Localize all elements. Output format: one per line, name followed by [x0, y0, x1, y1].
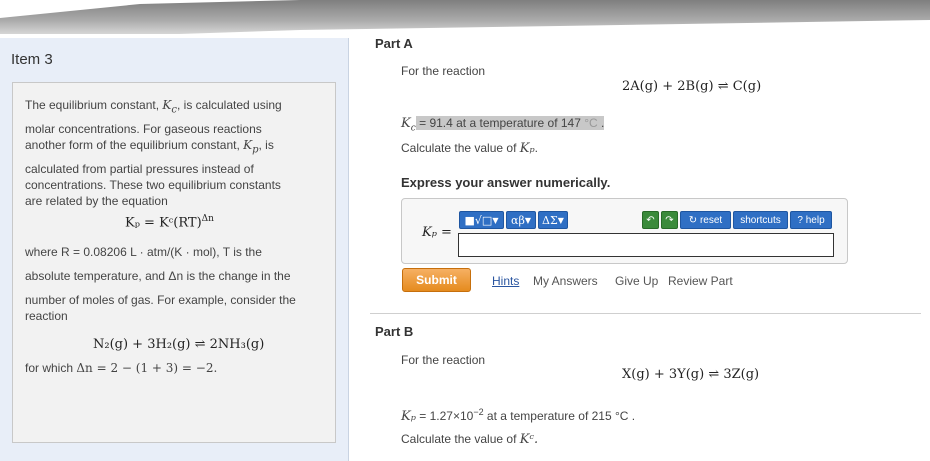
item-sidebar: Item 3 The equilibrium constant, Kc, is … [0, 38, 349, 461]
greek-letters-button[interactable]: αβ ▼ [506, 211, 536, 229]
part-a-for-reaction: For the reaction [401, 64, 486, 78]
part-a-calculate: Calculate the value of Kₚ. [401, 141, 539, 156]
part-b-label: Part B [375, 324, 414, 339]
part-a-kc-line: Kc = 91.4 at a temperature of 147 °C . [401, 116, 605, 134]
help-button[interactable]: ? help [790, 211, 832, 229]
reset-button[interactable]: ↻ reset [680, 211, 731, 229]
example-equation: N₂(g) + 3H₂(g) ⇌ 2NH₃(g) [93, 337, 265, 352]
submit-button[interactable]: Submit [402, 268, 471, 292]
hints-link[interactable]: Hints [492, 274, 519, 288]
intro-absolute-line: absolute temperature, and Δn is the chan… [25, 269, 291, 283]
help-icon: ? [797, 214, 806, 226]
part-divider [370, 313, 921, 314]
intro-line-1: The equilibrium constant, Kc, is calcula… [25, 98, 282, 116]
intro-line-5: concentrations. These two equilibrium co… [25, 178, 281, 192]
templates-button[interactable]: ■√□ ▼ [459, 211, 504, 229]
part-b-calculate: Calculate the value of Kᶜ. [401, 432, 539, 447]
part-b-kp-line: Kₚ = 1.27×10−2 at a temperature of 215 °… [401, 407, 636, 424]
my-answers-link[interactable]: My Answers [533, 274, 598, 288]
undo-icon[interactable]: ↶ [642, 211, 659, 229]
intro-for-which: for which Δn = 2 − (1 + 3) = −2. [25, 361, 218, 375]
part-a-reaction: 2A(g) + 2B(g) ⇌ C(g) [622, 79, 762, 94]
symbols-button[interactable]: ΔΣ ▼ [538, 211, 568, 229]
answer-box: Kₚ = ■√□ ▼ αβ ▼ ΔΣ ▼ ↶ ↷ ↻ reset shortcuts … [401, 198, 848, 264]
intro-line-4: calculated from partial pressures instea… [25, 162, 254, 176]
intro-reaction-word: reaction [25, 309, 68, 323]
kp-kc-equation: Kₚ = Kᶜ(RT)Δn [125, 214, 214, 231]
review-part-link[interactable]: Review Part [668, 274, 733, 288]
intro-box: The equilibrium constant, Kc, is calcula… [12, 82, 336, 443]
part-b-reaction: X(g) + 3Y(g) ⇌ 3Z(g) [622, 367, 760, 382]
part-a-label: Part A [375, 36, 413, 51]
redo-icon[interactable]: ↷ [661, 211, 678, 229]
intro-moles-line: number of moles of gas. For example, con… [25, 293, 296, 307]
part-b-for-reaction: For the reaction [401, 353, 486, 367]
intro-where-line: where R = 0.08206 L · atm/(K · mol), T i… [25, 245, 262, 259]
intro-line-3: another form of the equilibrium constant… [25, 138, 274, 156]
part-a-instructions: Express your answer numerically. [401, 175, 611, 190]
give-up-link[interactable]: Give Up [615, 274, 658, 288]
intro-line-6: are related by the equation [25, 194, 168, 208]
kp-input-label: Kₚ = [422, 225, 452, 240]
reset-icon: ↻ [688, 214, 700, 226]
answer-input[interactable] [458, 233, 834, 257]
shortcuts-button[interactable]: shortcuts [733, 211, 788, 229]
item-title: Item 3 [11, 51, 53, 68]
intro-line-2: molar concentrations. For gaseous reacti… [25, 122, 262, 136]
